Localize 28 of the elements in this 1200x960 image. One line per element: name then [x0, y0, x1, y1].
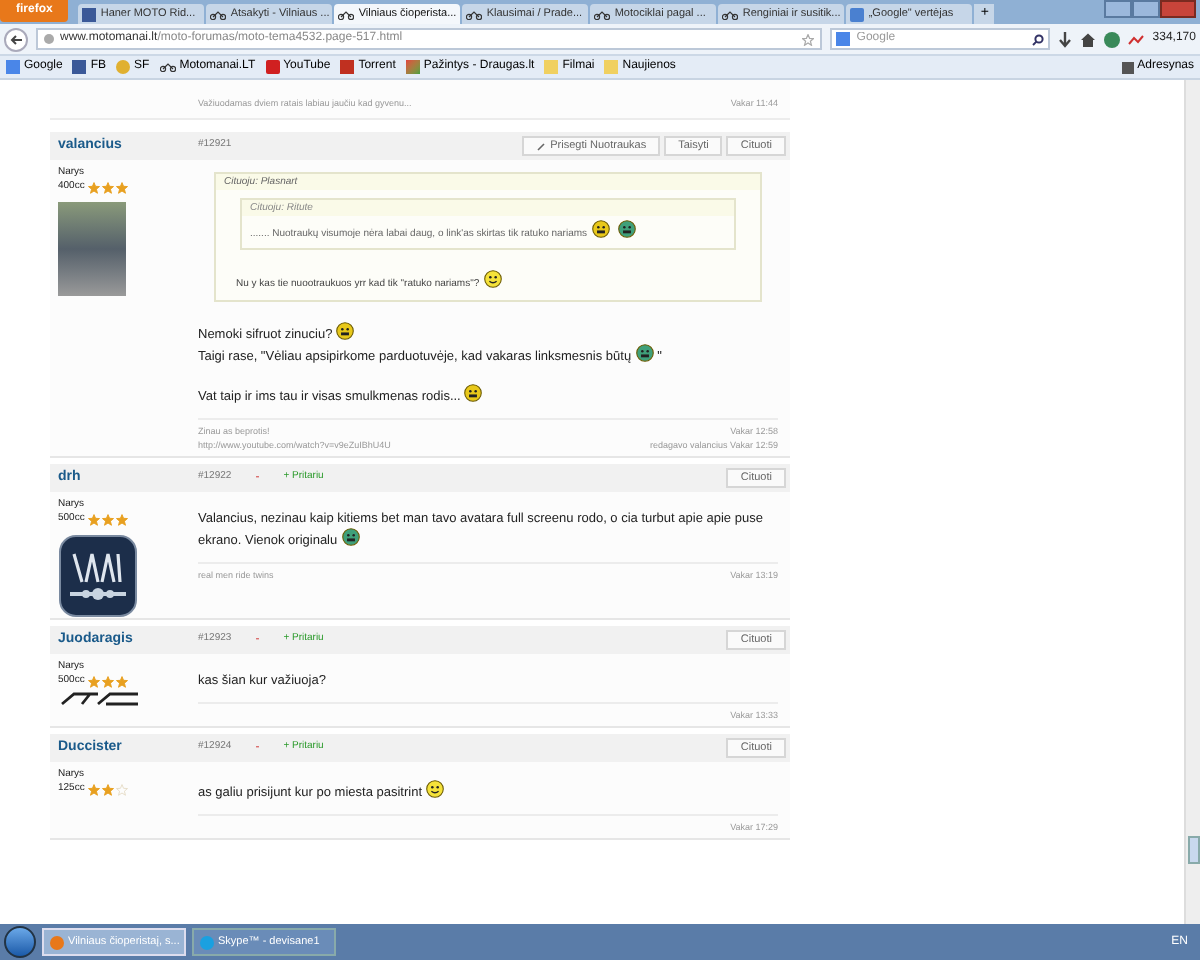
photo-placeholder [58, 202, 126, 296]
grinning-smiley-icon [336, 322, 355, 340]
laughing-smiley-icon [635, 344, 654, 362]
minimize-icon[interactable] [1104, 0, 1132, 18]
grinning-smiley-icon [591, 220, 610, 238]
laughing-smiley-icon [341, 528, 360, 546]
smiley-icon [483, 270, 502, 288]
motorcycle-icon [594, 9, 611, 19]
motorcycle-icon [338, 9, 355, 19]
scrollbar-thumb[interactable] [1188, 836, 1200, 864]
motorcycle-icon [466, 9, 483, 19]
motorcycle-icon [722, 9, 739, 19]
scrollbar[interactable] [1184, 80, 1200, 924]
motorcycle-icon [159, 62, 176, 72]
search-icon[interactable] [1032, 33, 1045, 45]
close-icon[interactable] [1160, 0, 1196, 18]
italic-logo-icon [58, 692, 142, 706]
grinning-smiley-icon [464, 384, 483, 402]
maximize-icon[interactable] [1132, 0, 1160, 18]
back-button[interactable] [4, 27, 28, 51]
motorcycle-icon [210, 9, 227, 19]
laughing-smiley-icon [617, 220, 636, 238]
star-outline-icon[interactable] [802, 33, 815, 45]
home-icon[interactable] [1080, 31, 1097, 47]
chart-icon[interactable] [1128, 33, 1145, 45]
back-arrow-icon [9, 33, 23, 45]
smiley-icon [426, 780, 444, 798]
start-button[interactable] [4, 926, 36, 958]
